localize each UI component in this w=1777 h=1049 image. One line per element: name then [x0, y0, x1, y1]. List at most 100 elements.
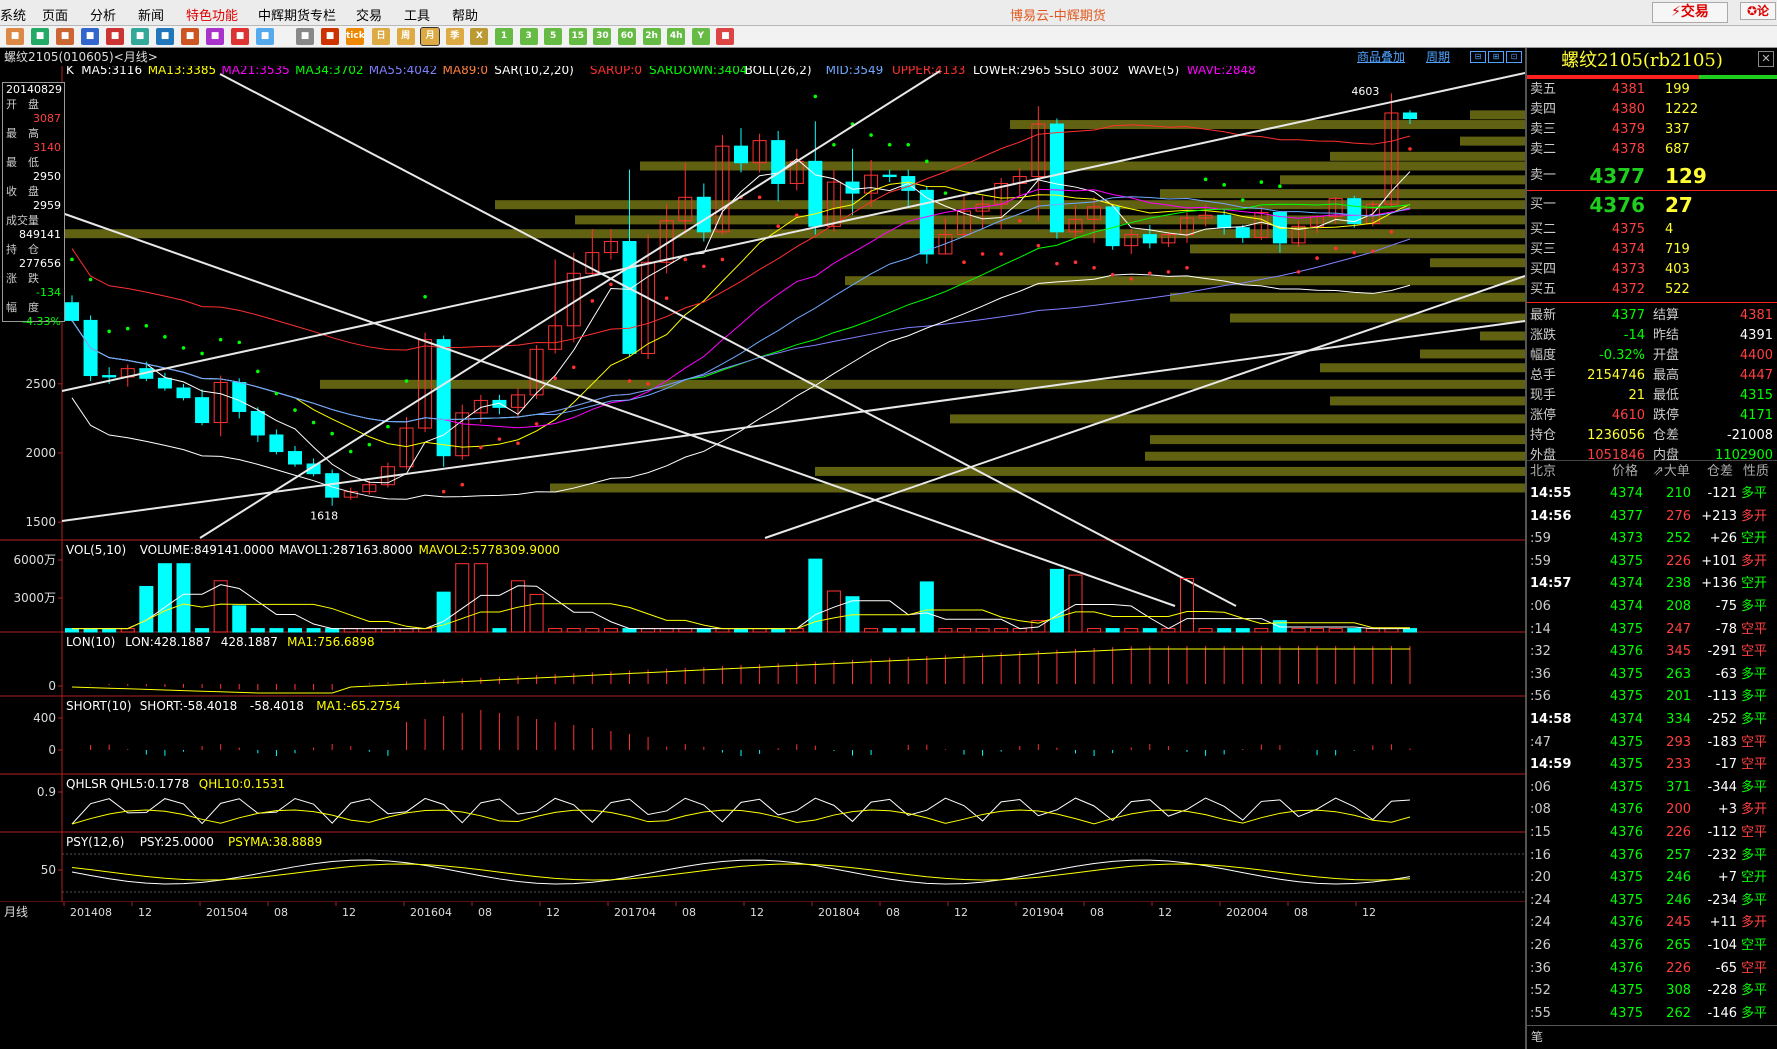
calc-icon[interactable]: ■ — [716, 28, 735, 45]
tick-price: 4377 — [1609, 508, 1643, 524]
chart-icon[interactable]: ■ — [321, 28, 339, 45]
ask-label: 卖四 — [1530, 102, 1557, 117]
ticks-header-nature: 性质 — [1743, 464, 1770, 479]
tick-oi-diff: -291 — [1707, 644, 1737, 660]
menu-trade[interactable]: 交易 — [356, 5, 382, 24]
menu-system[interactable]: 系统 — [0, 5, 26, 24]
stat-value: -21008 — [1726, 428, 1773, 443]
bid-row[interactable]: 买一 4376 27 — [1527, 193, 1777, 217]
toolbar-button-period[interactable]: 5 — [544, 28, 563, 45]
tick-time: :06 — [1530, 779, 1551, 795]
info-value: 849141 — [19, 228, 61, 241]
bid-row[interactable]: 买四 4373 403 — [1527, 260, 1777, 280]
window-icon[interactable]: ■ — [106, 28, 124, 45]
trend-line — [219, 73, 1237, 607]
indicator-legend: -58.4018 — [250, 699, 304, 713]
layout-icon[interactable]: ⊟ — [1470, 51, 1486, 63]
sar-dot — [1055, 261, 1059, 266]
toolbar-button-period[interactable]: 4h — [667, 28, 686, 45]
brush-icon[interactable]: ■ — [206, 28, 224, 45]
menu-tools[interactable]: 工具 — [404, 5, 430, 24]
ask-row[interactable]: 卖四 4380 1222 — [1527, 100, 1777, 120]
tick-volume: 262 — [1666, 1005, 1691, 1021]
x-tick-label: 12 — [138, 906, 152, 919]
magnet-icon[interactable]: ■ — [256, 28, 274, 45]
trade-button-label: 交易 — [1680, 4, 1709, 20]
x-tick-label: 201604 — [410, 906, 452, 919]
tick-oi-diff: -232 — [1707, 847, 1737, 863]
tick-time: 14:56 — [1530, 508, 1572, 524]
indicator-legend: MA89:0 — [443, 66, 489, 77]
volume-bar — [1124, 628, 1139, 633]
split-icon[interactable]: ⊞ — [1488, 51, 1504, 63]
volume-profile-band — [1010, 120, 1525, 130]
bid-volume: 719 — [1665, 242, 1690, 257]
indicator-legend: UPPER:4133 — [892, 66, 965, 77]
candle-down — [436, 339, 451, 457]
tick-nature: 多开 — [1741, 508, 1768, 524]
toolbar-button-period[interactable]: 3 — [519, 28, 538, 45]
pen-icon[interactable]: ■ — [181, 28, 199, 45]
toolbar-button-period[interactable]: 15 — [568, 28, 587, 45]
zoom-in-icon[interactable]: ■ — [131, 28, 149, 45]
close-icon[interactable]: ✕ — [1758, 51, 1774, 67]
x-tick-label: 08 — [1294, 906, 1308, 919]
toolbar-button-period[interactable]: 季 — [445, 28, 464, 45]
tick-time: 14:58 — [1530, 712, 1572, 727]
indicator-legend: VOLUME:849141.0000 — [140, 543, 274, 557]
menu-features[interactable]: 特色功能 — [186, 5, 238, 24]
pin-icon[interactable]: ■ — [231, 28, 249, 45]
maximize-icon[interactable]: ⊡ — [1506, 51, 1522, 63]
bid-row[interactable]: 买三 4374 719 — [1527, 240, 1777, 260]
menu-analysis[interactable]: 分析 — [90, 5, 116, 24]
bid-row[interactable]: 买五 4372 522 — [1527, 280, 1777, 300]
ask-row[interactable]: 卖五 4381 199 — [1527, 80, 1777, 100]
trade-button[interactable]: ⚡交易 — [1652, 2, 1728, 23]
toolbar-button-period[interactable]: 月 — [420, 27, 441, 46]
volume-bar — [1217, 628, 1232, 633]
indicator-legend: MA34:3702 — [295, 66, 363, 77]
toolbar-button-period[interactable]: 30 — [593, 28, 612, 45]
home-icon[interactable]: ■ — [6, 28, 24, 45]
next-icon[interactable]: ■ — [56, 28, 74, 45]
tick-volume: 246 — [1666, 870, 1691, 886]
menu-news[interactable]: 新闻 — [138, 5, 164, 24]
table-icon[interactable]: ■ — [296, 28, 314, 45]
toolbar-button-tick-icon[interactable]: tick — [346, 28, 365, 45]
bid-row[interactable]: 买二 4375 4 — [1527, 220, 1777, 240]
volume-profile-band — [1160, 189, 1525, 199]
volume-bar — [1365, 628, 1380, 633]
chart-canvas[interactable]: 3000250020001500KMA5:3116MA13:3385MA21:3… — [0, 66, 1525, 1049]
overlay-link[interactable]: 商品叠加 — [1357, 48, 1405, 66]
menu-column[interactable]: 中辉期货专栏 — [258, 5, 336, 24]
forum-button[interactable]: ✪论 — [1740, 2, 1776, 20]
volume-bar — [473, 563, 488, 633]
tick-time: :56 — [1530, 689, 1551, 705]
book-icon[interactable]: ■ — [81, 28, 99, 45]
toolbar-button-period[interactable]: Y — [691, 28, 710, 45]
toolbar-button-period[interactable]: 1 — [495, 28, 513, 45]
toolbar-button-period[interactable]: 周 — [396, 28, 415, 45]
toolbar-button-period[interactable]: X — [470, 28, 489, 45]
sar-dot — [441, 489, 446, 494]
chart-title-bar: 螺纹2105(010605)<月线> 商品叠加 周期 ⊟ ⊞ ⊡ — [0, 48, 1525, 66]
quote-title: 螺纹2105(rb2105) — [1561, 50, 1723, 71]
toolbar-button-period[interactable]: 2h — [642, 28, 661, 45]
toolbar-button-period[interactable]: 60 — [618, 28, 636, 45]
tick-volume: 226 — [1666, 960, 1691, 976]
tick-time: 14:57 — [1530, 576, 1572, 592]
info-label: 最 低 — [6, 155, 39, 169]
menu-help[interactable]: 帮助 — [452, 5, 478, 24]
menu-page[interactable]: 页面 — [42, 5, 68, 24]
prev-icon[interactable]: ■ — [31, 28, 49, 45]
toolbar-button-period[interactable]: 日 — [372, 28, 390, 45]
ask-row[interactable]: 卖二 4378 687 — [1527, 140, 1777, 160]
ask-row[interactable]: 卖三 4379 337 — [1527, 120, 1777, 140]
period-link[interactable]: 周期 — [1426, 48, 1450, 66]
ask-row[interactable]: 卖一 4377 129 — [1527, 164, 1777, 188]
tick-time: 14:59 — [1530, 757, 1572, 773]
candle-down — [1217, 214, 1232, 229]
sar-dot — [1222, 183, 1226, 187]
y-tick-label: 50 — [41, 863, 56, 877]
zoom-out-icon[interactable]: ■ — [156, 28, 174, 45]
